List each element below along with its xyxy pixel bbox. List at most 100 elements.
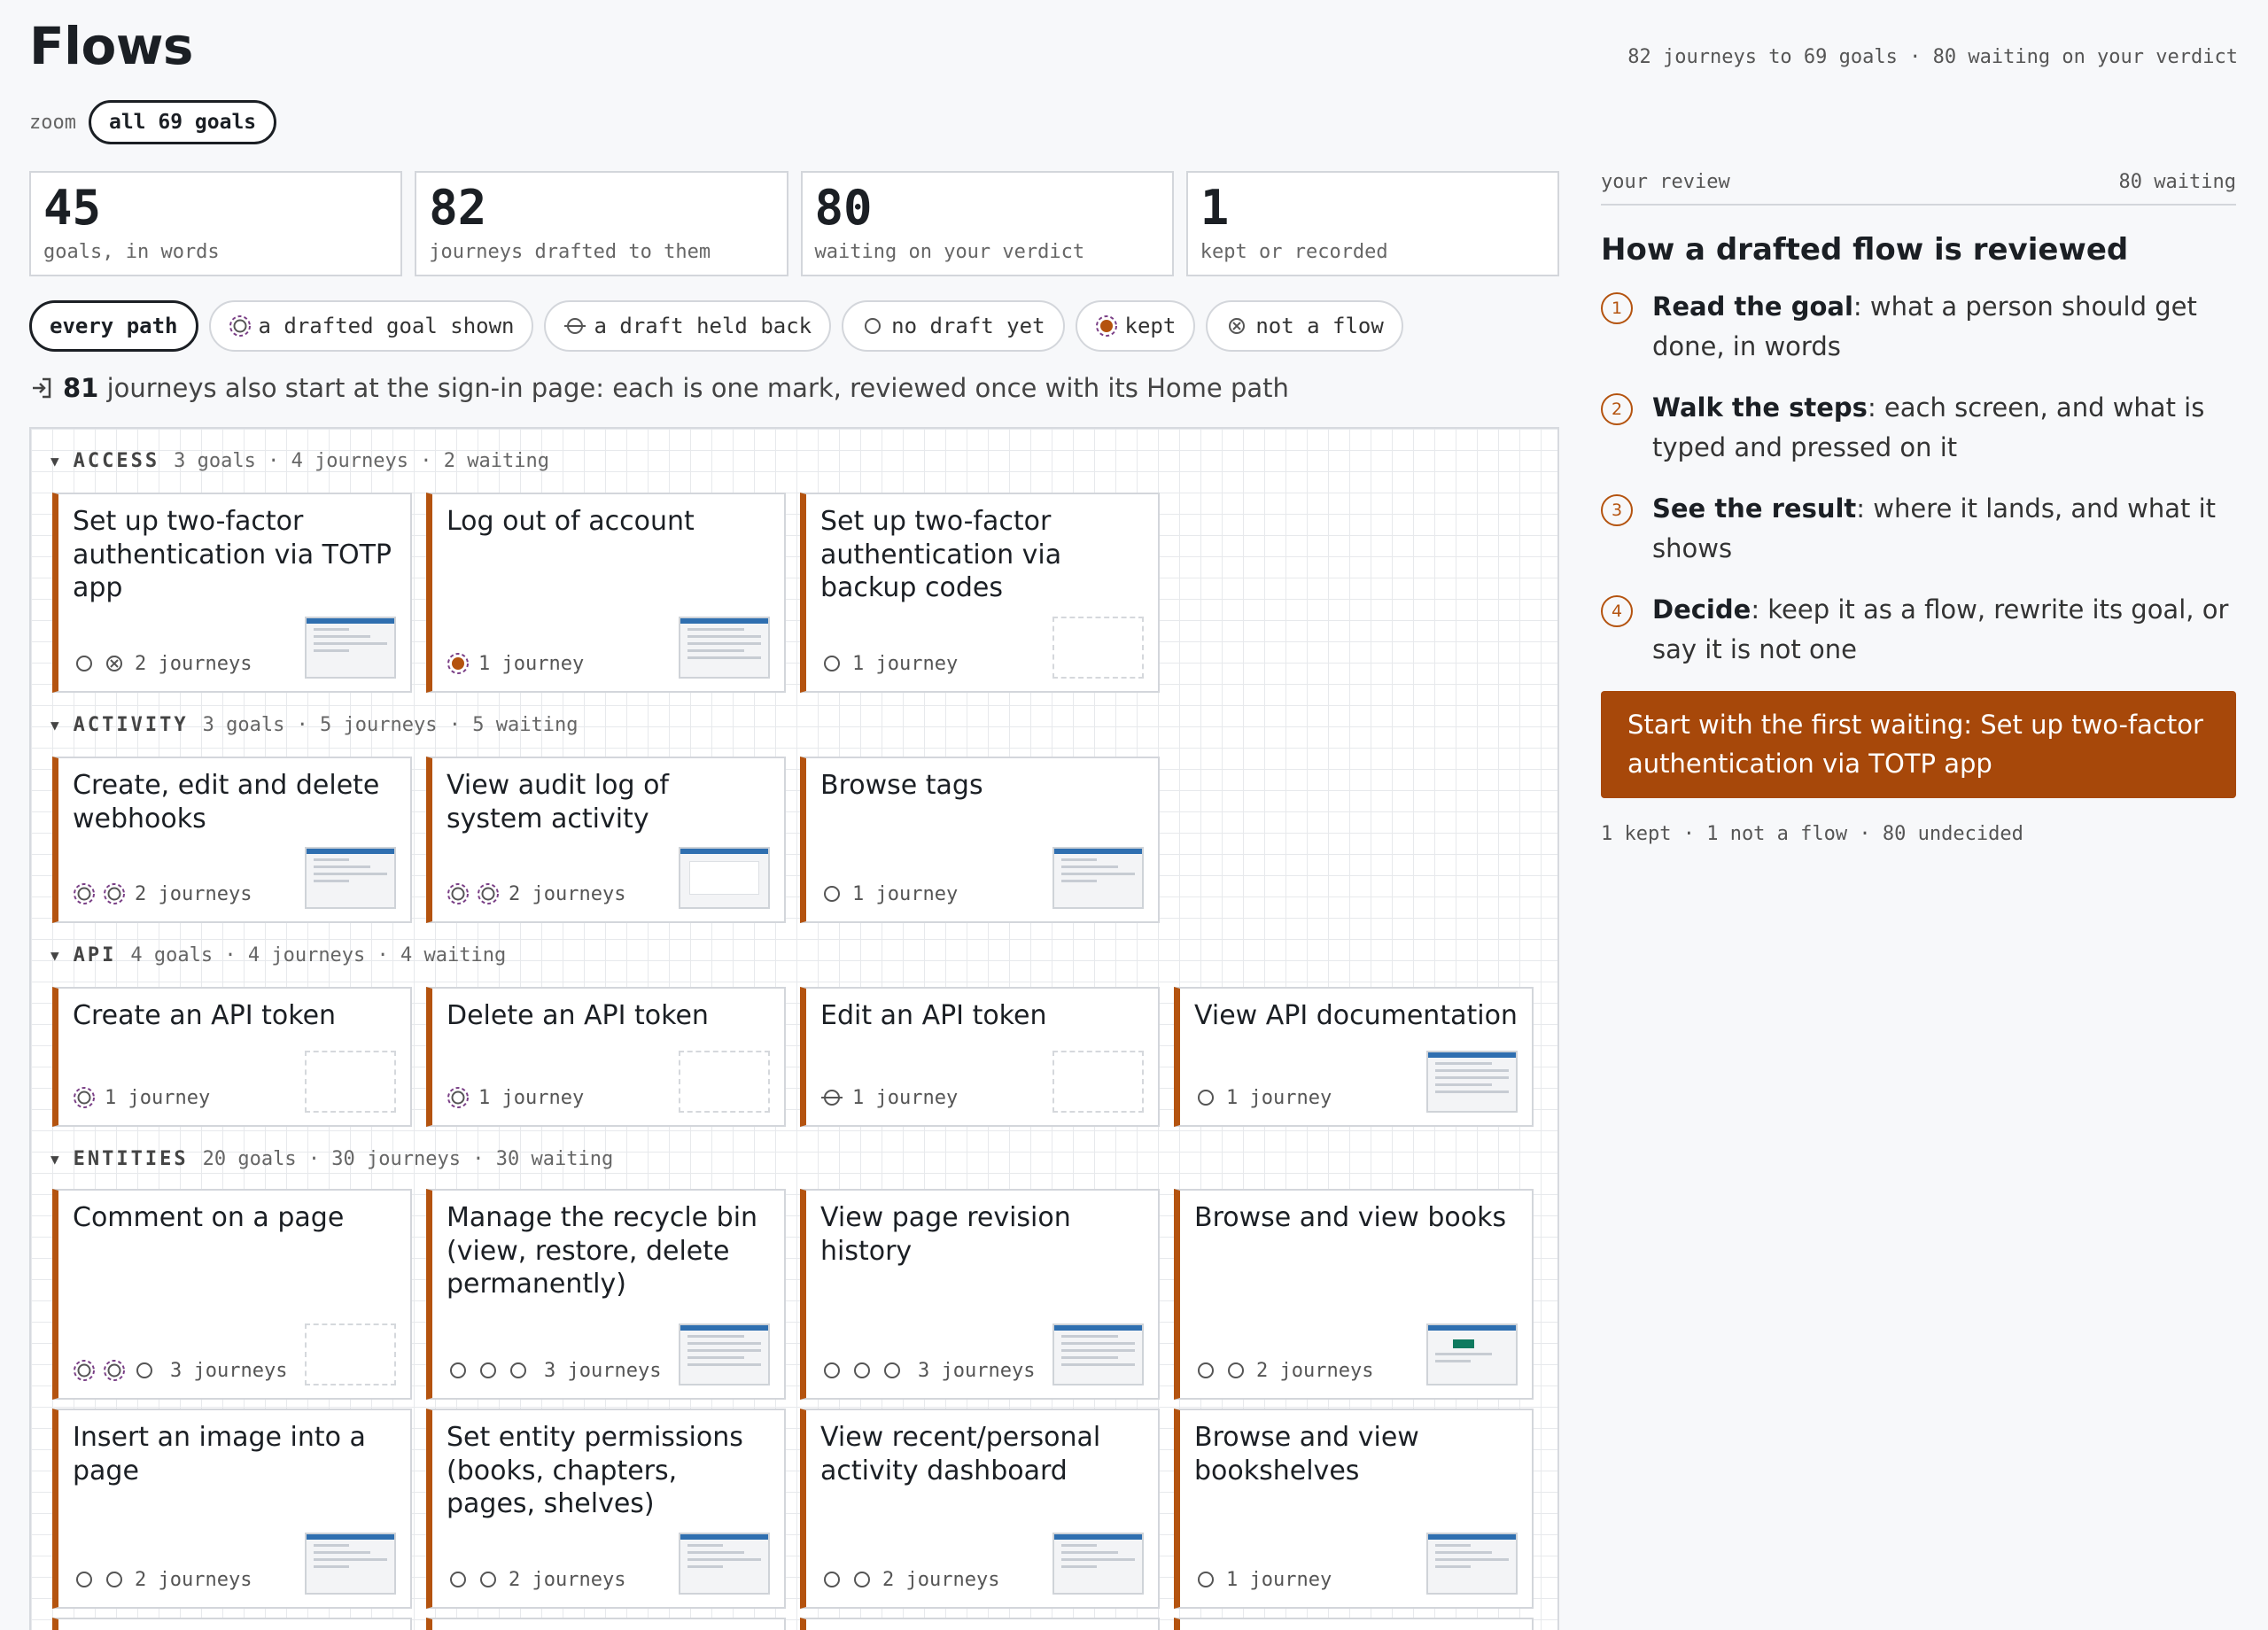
screenshot-thumbnail[interactable] bbox=[679, 847, 770, 909]
filter-held-back[interactable]: a draft held back bbox=[544, 300, 832, 352]
group-meta: 20 goals · 30 journeys · 30 waiting bbox=[202, 1148, 614, 1170]
filter-no-draft[interactable]: no draft yet bbox=[842, 300, 1065, 352]
no-draft-icon[interactable] bbox=[881, 1359, 904, 1382]
review-label: your review bbox=[1601, 171, 1730, 193]
filter-drafted[interactable]: a drafted goal shown bbox=[208, 300, 534, 352]
screenshot-thumbnail[interactable] bbox=[679, 617, 770, 679]
goal-card[interactable]: Create an API token 1 journey bbox=[52, 987, 412, 1127]
goal-card[interactable]: Create, edit and delete webhooks 2 journ… bbox=[52, 757, 412, 923]
goal-card[interactable]: View recent/personal activity dashboard … bbox=[800, 1409, 1160, 1609]
screenshot-thumbnail[interactable] bbox=[1052, 1323, 1144, 1386]
no-draft-icon[interactable] bbox=[477, 1359, 500, 1382]
goal-card[interactable] bbox=[52, 1618, 412, 1630]
not-flow-icon[interactable] bbox=[103, 652, 126, 675]
filter-kept[interactable]: kept bbox=[1075, 300, 1196, 352]
group-header-activity[interactable]: ▼ ACTIVITY 3 goals · 5 journeys · 5 waitin… bbox=[50, 714, 578, 736]
no-draft-icon[interactable] bbox=[73, 652, 96, 675]
screenshot-thumbnail[interactable] bbox=[305, 1533, 396, 1595]
group-header-api[interactable]: ▼ API 4 goals · 4 journeys · 4 waiting bbox=[50, 944, 506, 966]
goal-card[interactable]: Set up two-factor authentication via TOT… bbox=[52, 493, 412, 693]
screenshot-thumbnail[interactable] bbox=[1426, 1051, 1518, 1113]
review-step: 2 Walk the steps: each screen, and what i… bbox=[1601, 388, 2236, 468]
journey-marks bbox=[73, 1086, 96, 1109]
group-header-entities[interactable]: ▼ ENTITIES 20 goals · 30 journeys · 30 wai… bbox=[50, 1148, 613, 1170]
drafted-icon[interactable] bbox=[73, 1086, 96, 1109]
filter-label: every path bbox=[50, 314, 178, 338]
stat-caption: waiting on your verdict bbox=[814, 240, 1085, 263]
no-draft-icon[interactable] bbox=[1194, 1086, 1217, 1109]
goal-title: Edit an API token bbox=[820, 1000, 1047, 1031]
goal-card[interactable] bbox=[1174, 1618, 1534, 1630]
no-draft-icon[interactable] bbox=[850, 1359, 874, 1382]
no-draft-icon[interactable] bbox=[1224, 1359, 1247, 1382]
review-header: your review 80 waiting bbox=[1601, 171, 2236, 206]
goal-card[interactable]: Insert an image into a page 2 journeys bbox=[52, 1409, 412, 1609]
journey-marks bbox=[1194, 1568, 1217, 1591]
goal-card[interactable]: Comment on a page 3 journeys bbox=[52, 1189, 412, 1400]
no-draft-icon[interactable] bbox=[1194, 1568, 1217, 1591]
drafted-icon[interactable] bbox=[103, 1359, 126, 1382]
no-draft-icon[interactable] bbox=[820, 1568, 843, 1591]
start-review-button[interactable]: Start with the first waiting: Set up two… bbox=[1601, 690, 2236, 799]
drafted-icon[interactable] bbox=[477, 882, 500, 905]
no-draft-icon[interactable] bbox=[507, 1359, 530, 1382]
screenshot-thumbnail[interactable] bbox=[679, 1533, 770, 1595]
kept-icon[interactable] bbox=[447, 652, 470, 675]
goal-card[interactable]: Browse tags 1 journey bbox=[800, 757, 1160, 923]
journey-marks bbox=[820, 1568, 874, 1591]
group-name: ACCESS bbox=[73, 450, 160, 472]
drafted-icon[interactable] bbox=[447, 1086, 470, 1109]
flow-grid: ▼ ACCESS 3 goals · 4 journeys · 2 waiting … bbox=[29, 427, 1559, 1630]
drafted-icon[interactable] bbox=[73, 1359, 96, 1382]
drafted-icon[interactable] bbox=[447, 882, 470, 905]
goal-card[interactable]: Manage the recycle bin (view, restore, d… bbox=[426, 1189, 786, 1400]
filter-not-flow[interactable]: not a flow bbox=[1206, 300, 1403, 352]
screenshot-thumbnail[interactable] bbox=[1052, 847, 1144, 909]
goal-card[interactable]: Browse and view books 2 journeys bbox=[1174, 1189, 1534, 1400]
goal-title: View audit log of system activity bbox=[447, 770, 669, 834]
goal-card[interactable]: View API documentation 1 journey bbox=[1174, 987, 1534, 1127]
journey-count: 2 journeys bbox=[509, 882, 626, 905]
no-draft-icon[interactable] bbox=[447, 1568, 470, 1591]
zoom-button[interactable]: all 69 goals bbox=[88, 100, 277, 144]
goal-card[interactable]: Set entity permissions (books, chapters,… bbox=[426, 1409, 786, 1609]
goal-card[interactable]: Delete an API token 1 journey bbox=[426, 987, 786, 1127]
no-draft-icon[interactable] bbox=[103, 1568, 126, 1591]
filter-label: no draft yet bbox=[891, 314, 1045, 338]
screenshot-thumbnail[interactable] bbox=[305, 847, 396, 909]
no-draft-icon[interactable] bbox=[820, 882, 843, 905]
kept-icon bbox=[1095, 314, 1118, 338]
thumbnail-placeholder bbox=[305, 1323, 396, 1386]
no-draft-icon[interactable] bbox=[477, 1568, 500, 1591]
drafted-icon[interactable] bbox=[73, 882, 96, 905]
no-draft-icon[interactable] bbox=[850, 1568, 874, 1591]
goal-card[interactable]: Log out of account 1 journey bbox=[426, 493, 786, 693]
stat-caption: kept or recorded bbox=[1200, 240, 1388, 263]
screenshot-thumbnail[interactable] bbox=[1426, 1323, 1518, 1386]
filter-every-path[interactable]: every path bbox=[29, 300, 198, 352]
screenshot-thumbnail[interactable] bbox=[1426, 1533, 1518, 1595]
no-draft-icon[interactable] bbox=[820, 1359, 843, 1382]
goal-card[interactable]: Set up two-factor authentication via bac… bbox=[800, 493, 1160, 693]
goal-card[interactable]: Browse and view bookshelves 1 journey bbox=[1174, 1409, 1534, 1609]
screenshot-thumbnail[interactable] bbox=[679, 1323, 770, 1386]
no-draft-icon[interactable] bbox=[133, 1359, 156, 1382]
drafted-icon[interactable] bbox=[103, 882, 126, 905]
journey-marks bbox=[1194, 1086, 1217, 1109]
goal-card[interactable] bbox=[426, 1618, 786, 1630]
zoom-control: zoom all 69 goals bbox=[29, 100, 277, 144]
goal-card[interactable] bbox=[800, 1618, 1160, 1630]
no-draft-icon[interactable] bbox=[73, 1568, 96, 1591]
held-back-icon[interactable] bbox=[820, 1086, 843, 1109]
no-draft-icon[interactable] bbox=[1194, 1359, 1217, 1382]
group-header-access[interactable]: ▼ ACCESS 3 goals · 4 journeys · 2 waiting bbox=[50, 450, 549, 472]
no-draft-icon[interactable] bbox=[820, 652, 843, 675]
goal-card[interactable]: View page revision history 3 journeys bbox=[800, 1189, 1160, 1400]
screenshot-thumbnail[interactable] bbox=[305, 617, 396, 679]
goal-card[interactable]: View audit log of system activity 2 jour… bbox=[426, 757, 786, 923]
goal-title: Set up two-factor authentication via TOT… bbox=[73, 506, 392, 603]
journey-count: 1 journey bbox=[852, 652, 959, 675]
screenshot-thumbnail[interactable] bbox=[1052, 1533, 1144, 1595]
no-draft-icon[interactable] bbox=[447, 1359, 470, 1382]
goal-card[interactable]: Edit an API token 1 journey bbox=[800, 987, 1160, 1127]
